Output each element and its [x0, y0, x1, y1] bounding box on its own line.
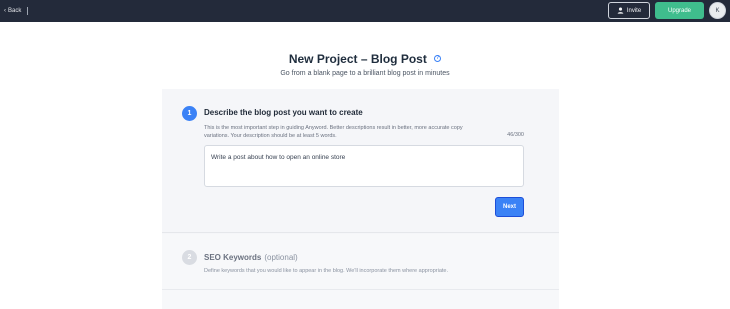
- step-1-number: 1: [182, 106, 197, 121]
- step-2-title-text: SEO Keywords: [204, 253, 262, 262]
- divider: [162, 232, 559, 233]
- step-2-title[interactable]: SEO Keywords (optional): [204, 253, 298, 262]
- page-subtitle: Go from a blank page to a brilliant blog…: [280, 70, 450, 77]
- upgrade-button[interactable]: Upgrade: [655, 2, 704, 19]
- back-label: Back: [8, 8, 22, 14]
- page-title: New Project – Blog Post ?: [0, 52, 730, 66]
- next-button[interactable]: Next: [495, 197, 524, 217]
- avatar[interactable]: K: [709, 2, 726, 19]
- invite-button[interactable]: Invite: [608, 2, 650, 19]
- invite-label: Invite: [626, 7, 642, 14]
- step-2-number: 2: [182, 250, 197, 265]
- description-input[interactable]: Write a post about how to open an online…: [204, 145, 524, 187]
- user-icon: [617, 7, 624, 14]
- question-circle-icon[interactable]: ?: [434, 55, 442, 63]
- step-1-description: This is the most important step in guidi…: [204, 125, 463, 139]
- back-button[interactable]: ‹ Back: [4, 6, 29, 16]
- divider: [27, 7, 29, 15]
- page-title-text: New Project – Blog Post: [288, 52, 427, 66]
- divider: [162, 289, 559, 290]
- top-bar: ‹ Back Invite Upgrade K: [0, 0, 730, 22]
- character-counter: 46/300: [507, 132, 524, 138]
- optional-label: (optional): [264, 253, 298, 262]
- step-1-title: Describe the blog post you want to creat…: [204, 108, 363, 117]
- step-2-description: Define keywords that you would like to a…: [204, 268, 449, 274]
- chevron-left-icon: ‹: [4, 8, 6, 14]
